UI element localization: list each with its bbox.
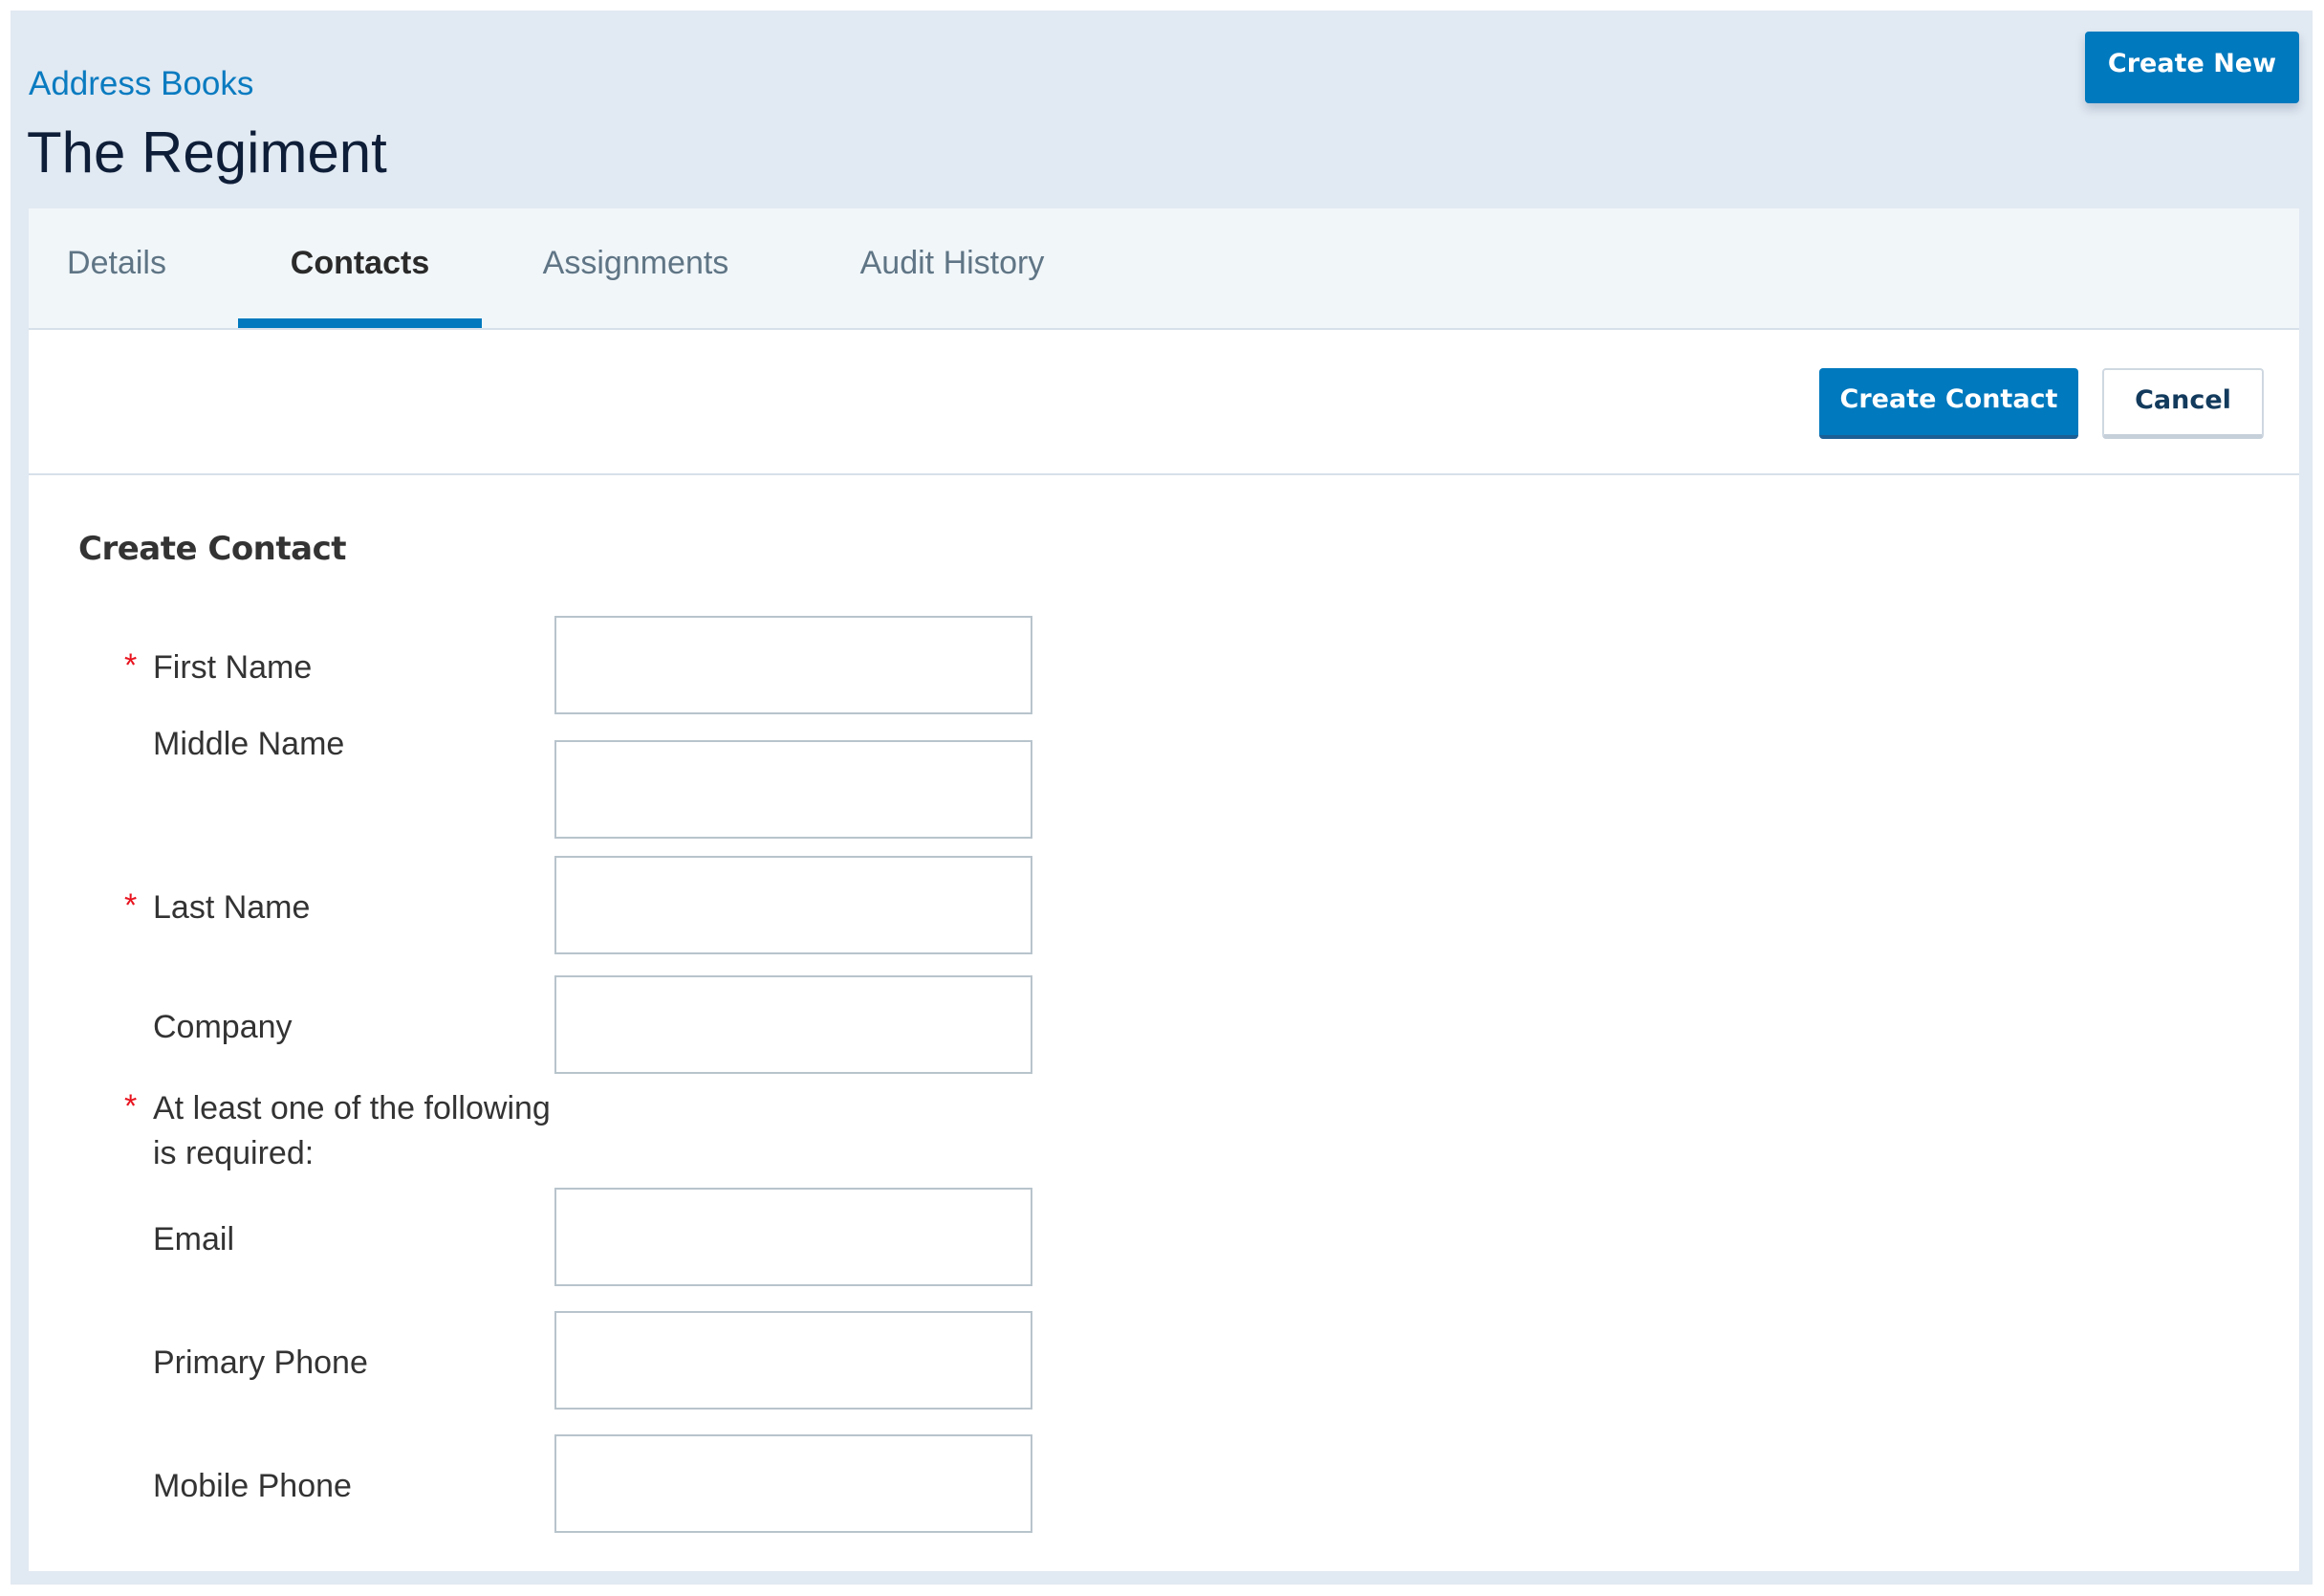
divider (29, 473, 2299, 475)
contact-method-requirement-note: * At least one of the following is requi… (124, 1086, 551, 1178)
required-indicator: * (124, 647, 138, 684)
create-new-button[interactable]: Create New (2085, 32, 2299, 103)
form-heading: Create Contact (78, 530, 347, 568)
page-title: The Regiment (27, 120, 387, 185)
email-label-text: Email (153, 1221, 235, 1257)
mobile-phone-label-text: Mobile Phone (153, 1468, 352, 1504)
tab-bar: Details Contacts Assignments Audit Histo… (29, 208, 2299, 330)
middle-name-input[interactable] (554, 740, 1032, 839)
create-contact-button[interactable]: Create Contact (1819, 368, 2078, 439)
tab-details[interactable]: Details (55, 208, 178, 328)
email-input[interactable] (554, 1188, 1032, 1286)
last-name-input[interactable] (554, 856, 1032, 954)
first-name-label-text: First Name (153, 649, 313, 686)
tab-audit-history[interactable]: Audit History (824, 208, 1080, 328)
cancel-button[interactable]: Cancel (2102, 368, 2264, 439)
last-name-label-text: Last Name (153, 889, 311, 926)
required-indicator: * (124, 1088, 138, 1125)
primary-phone-label-text: Primary Phone (153, 1345, 368, 1381)
breadcrumb-address-books[interactable]: Address Books (29, 63, 253, 105)
tab-contacts[interactable]: Contacts (238, 208, 482, 328)
contact-method-note-text: At least one of the following is require… (153, 1090, 551, 1171)
first-name-input[interactable] (554, 616, 1032, 714)
company-input[interactable] (554, 975, 1032, 1074)
address-book-card: Details Contacts Assignments Audit Histo… (29, 208, 2299, 1571)
required-indicator: * (124, 887, 138, 924)
middle-name-label-text: Middle Name (153, 726, 345, 762)
company-label-text: Company (153, 1009, 293, 1045)
tab-assignments[interactable]: Assignments (516, 208, 755, 328)
mobile-phone-input[interactable] (554, 1434, 1032, 1533)
primary-phone-input[interactable] (554, 1311, 1032, 1410)
